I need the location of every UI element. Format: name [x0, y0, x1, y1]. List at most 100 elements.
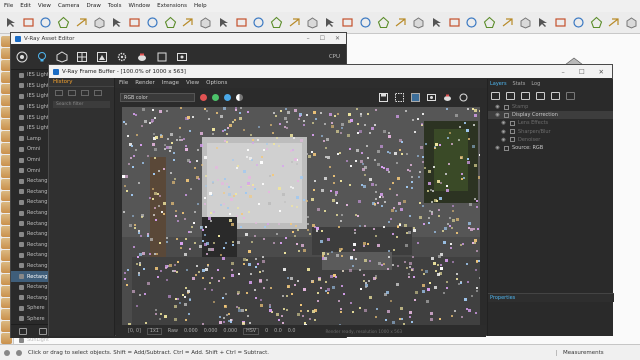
render-teapot-icon[interactable] [443, 93, 452, 102]
tape-icon[interactable] [197, 14, 214, 31]
iso-icon[interactable] [428, 14, 445, 31]
load-layers-icon[interactable] [521, 92, 530, 100]
delete-layer-icon[interactable] [551, 92, 560, 100]
front-view-icon[interactable] [464, 14, 481, 31]
monochrome-icon[interactable] [623, 14, 640, 31]
menu-file[interactable]: File [4, 3, 13, 9]
top-view-icon[interactable] [446, 14, 463, 31]
asset-list-item[interactable]: IES Light [11, 102, 51, 113]
warehouse-icon[interactable] [322, 14, 339, 31]
component-icon[interactable] [357, 14, 374, 31]
asset-list-item[interactable]: Omni [11, 155, 51, 166]
history-compare-icon[interactable] [81, 90, 89, 96]
asset-list-item[interactable]: IES Light [11, 81, 51, 92]
move-icon[interactable] [126, 14, 143, 31]
menu-view[interactable]: View [38, 3, 51, 9]
asset-list-item[interactable]: Rectangle [11, 218, 51, 229]
pan-icon[interactable] [268, 14, 285, 31]
frame-buffer-icon[interactable] [175, 50, 189, 64]
close-icon[interactable]: ✕ [335, 35, 340, 42]
eye-icon[interactable]: ◉ [494, 104, 501, 110]
history-load-icon[interactable] [68, 90, 76, 96]
left-view-icon[interactable] [517, 14, 534, 31]
asset-list-item[interactable]: Omni [11, 165, 51, 176]
vfb-menu-file[interactable]: File [119, 80, 128, 86]
eye-icon[interactable]: ◉ [500, 137, 507, 143]
history-save-icon[interactable] [55, 90, 63, 96]
textured-icon[interactable] [606, 14, 623, 31]
lights-icon[interactable] [35, 50, 49, 64]
vfb-menu-options[interactable]: Options [206, 80, 227, 86]
layers-tab-log[interactable]: Log [531, 81, 540, 87]
maximize-icon[interactable]: ☐ [320, 35, 325, 42]
push-pull-icon[interactable] [109, 14, 126, 31]
zoom-icon[interactable] [286, 14, 303, 31]
stop-render-icon[interactable] [459, 93, 468, 102]
layer-row[interactable]: ◉ Display Correction [488, 111, 613, 120]
blue-channel-button[interactable] [224, 93, 231, 101]
vfb-menu-image[interactable]: Image [162, 80, 179, 86]
layer-row[interactable]: ◉ Stamp [488, 103, 613, 111]
extension-icon[interactable] [339, 14, 356, 31]
asset-list-item[interactable]: IES Light [11, 91, 51, 102]
minimize-icon[interactable]: – [307, 35, 310, 42]
shaded-icon[interactable] [588, 14, 605, 31]
menu-tools[interactable]: Tools [108, 3, 122, 9]
wireframe-icon[interactable] [552, 14, 569, 31]
text-icon[interactable] [215, 14, 232, 31]
asset-list-item[interactable]: IES Light [11, 123, 51, 134]
lens-icon[interactable] [427, 93, 436, 102]
menu-extensions[interactable]: Extensions [157, 3, 187, 9]
render-preview-image[interactable] [122, 107, 480, 325]
asset-list-item[interactable]: IES Light [11, 112, 51, 123]
orbit-icon[interactable] [251, 14, 268, 31]
rotate-icon[interactable] [144, 14, 161, 31]
channel-select[interactable]: RGB color [120, 92, 195, 102]
region-render-icon[interactable] [395, 92, 404, 102]
eye-icon[interactable]: ◉ [500, 120, 507, 126]
sample-mode[interactable]: 1x1 [146, 327, 162, 335]
asset-list-item[interactable]: Rectangle [11, 187, 51, 198]
menu-edit[interactable]: Edit [20, 3, 31, 9]
layer-row[interactable]: ◉ Lens Effects [488, 119, 613, 127]
asset-list-item[interactable]: Rectangle [11, 271, 51, 282]
undo-icon[interactable] [566, 92, 575, 100]
materials-icon[interactable] [15, 50, 29, 64]
asset-list-item[interactable]: Rectangle [11, 261, 51, 272]
history-delete-icon[interactable] [94, 90, 102, 96]
zoom-extents-icon[interactable] [304, 14, 321, 31]
minimize-icon[interactable]: – [561, 68, 564, 76]
select-icon[interactable] [2, 14, 19, 31]
add-layer-icon[interactable] [491, 92, 500, 100]
asset-list-item[interactable]: Rectangle [11, 197, 51, 208]
asset-list-item[interactable]: IES Light [11, 70, 51, 81]
eye-icon[interactable]: ◉ [494, 145, 501, 151]
back-view-icon[interactable] [499, 14, 516, 31]
history-filter-input[interactable]: Search filter [53, 101, 110, 108]
arc-icon[interactable] [73, 14, 90, 31]
asset-editor-titlebar[interactable]: V-Ray Asset Editor – ☐ ✕ [11, 33, 346, 44]
new-folder-icon[interactable] [19, 328, 27, 335]
textures-icon[interactable] [75, 50, 89, 64]
track-mouse-icon[interactable] [411, 92, 420, 102]
vfb-titlebar[interactable]: V-Ray Frame Buffer - [100.0% of 1000 x 5… [49, 65, 612, 78]
asset-list-item[interactable]: Rectangle [11, 250, 51, 261]
layer-preset-icon[interactable] [506, 92, 515, 100]
asset-list-item[interactable]: Rectangle [11, 176, 51, 187]
menu-camera[interactable]: Camera [58, 3, 80, 9]
layer-row[interactable]: ◉ Denoiser [488, 136, 613, 144]
save-layers-icon[interactable] [536, 92, 545, 100]
section-icon[interactable] [410, 14, 427, 31]
walk-icon[interactable] [393, 14, 410, 31]
menu-draw[interactable]: Draw [87, 3, 101, 9]
asset-list-item[interactable]: Sphere [11, 314, 51, 325]
eraser-icon[interactable] [20, 14, 37, 31]
asset-list-item[interactable]: Omni [11, 144, 51, 155]
close-icon[interactable]: ✕ [599, 68, 604, 76]
camera-icon[interactable] [375, 14, 392, 31]
settings-icon[interactable] [115, 50, 129, 64]
maximize-icon[interactable]: ☐ [579, 68, 585, 76]
render-options-icon[interactable] [155, 50, 169, 64]
asset-list-item[interactable]: Rectangle [11, 208, 51, 219]
eye-icon[interactable]: ◉ [494, 112, 501, 118]
